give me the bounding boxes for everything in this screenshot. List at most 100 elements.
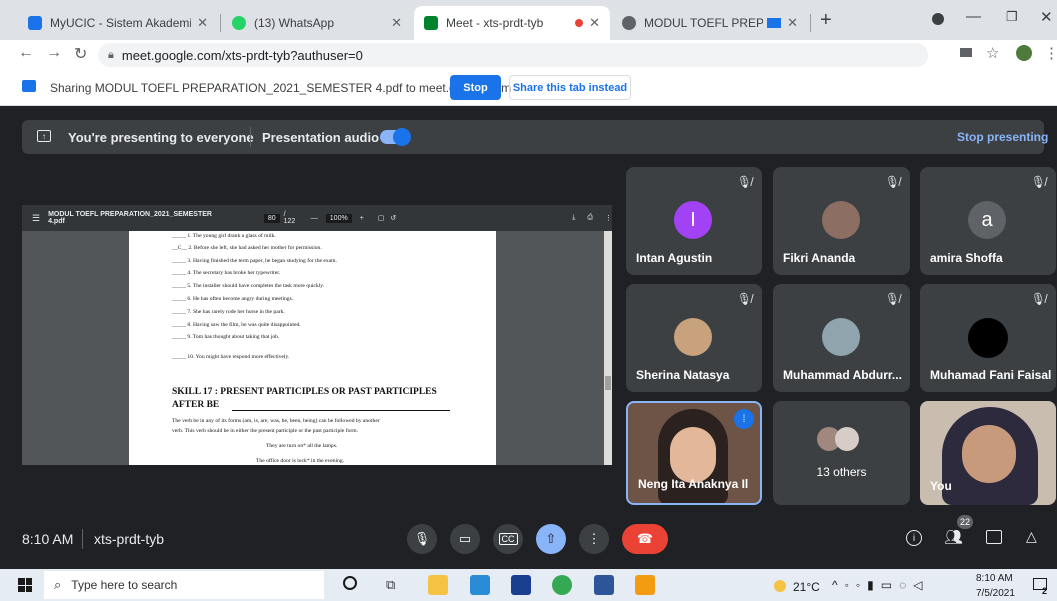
- mic-off-icon: 🎙︎̸: [736, 292, 752, 306]
- tab-modul-toefl[interactable]: MODUL TOEFL PREPARATIO ✕: [612, 6, 808, 40]
- captions-button[interactable]: CC: [493, 524, 523, 554]
- mic-off-icon: 🎙︎̸: [1030, 175, 1046, 189]
- speaking-indicator-icon: ⁞: [734, 409, 754, 429]
- new-tab-icon[interactable]: +: [820, 9, 832, 32]
- restore-icon[interactable]: ❐: [1006, 9, 1018, 25]
- screen-share-icon: [22, 80, 36, 92]
- participant-tile[interactable]: 🎙︎̸ Muhamad Fani Faisal: [920, 284, 1056, 392]
- avatar: [835, 427, 859, 451]
- self-view-tile[interactable]: You: [920, 401, 1056, 505]
- print-icon[interactable]: ⎙: [587, 214, 593, 222]
- taskbar-search-box[interactable]: ⌕ Type here to search: [44, 571, 324, 599]
- rotate-icon[interactable]: ↺: [390, 214, 396, 222]
- tab-divider: [220, 14, 221, 32]
- bookmark-star-icon[interactable]: ☆: [986, 44, 999, 62]
- profile-icon[interactable]: [932, 13, 944, 25]
- pdf-zoom-level[interactable]: 100%: [325, 213, 352, 223]
- mail-icon[interactable]: [470, 575, 490, 595]
- pdf-scrollbar[interactable]: [604, 231, 612, 465]
- mic-off-icon: 🎙︎̸: [736, 175, 752, 189]
- close-icon[interactable]: ✕: [391, 15, 402, 31]
- exercise-line: _____ 7. She has rarely rode her horse i…: [172, 309, 285, 315]
- app-icon[interactable]: [635, 575, 655, 595]
- video-face: [670, 427, 716, 483]
- pdf-toolbar: ☰ MODUL TOEFL PREPARATION_2021_SEMESTER …: [22, 205, 612, 231]
- stop-sharing-button[interactable]: Stop: [450, 75, 501, 100]
- menu-dots-icon[interactable]: ⋮: [1044, 44, 1057, 62]
- camera-icon[interactable]: [960, 48, 972, 57]
- chrome-icon[interactable]: [552, 575, 572, 595]
- paragraph: verb. This verb should be in either the …: [172, 428, 358, 434]
- system-tray-icons[interactable]: ^◦◦▮▭◌◁: [832, 578, 929, 592]
- cortana-icon[interactable]: [343, 576, 357, 590]
- tab-whatsapp[interactable]: (13) WhatsApp ✕: [222, 6, 412, 40]
- tab-meet[interactable]: Meet - xts-prdt-tyb ✕: [414, 6, 610, 40]
- hamburger-icon[interactable]: ☰: [32, 213, 40, 224]
- windows-start-icon[interactable]: [18, 578, 32, 592]
- pdf-page-input[interactable]: 80: [263, 213, 280, 223]
- exercise-line: _____ 5. The installer should have compl…: [172, 283, 325, 289]
- avatar: [968, 318, 1008, 358]
- people-icon[interactable]: 👥︎: [944, 528, 963, 546]
- address-bar[interactable]: 🔒︎ meet.google.com/xts-prdt-tyb?authuser…: [98, 43, 928, 67]
- window-close-icon[interactable]: ✕: [1040, 8, 1053, 26]
- download-icon[interactable]: ⤓: [572, 214, 575, 222]
- participant-tile-speaking[interactable]: ⁞ Neng Ita Anaknya Il: [626, 401, 762, 505]
- meeting-details-icon[interactable]: i: [906, 530, 922, 546]
- heading-underline: [232, 410, 450, 411]
- clock-date: 7/5/2021: [976, 588, 1015, 599]
- participant-name: Sherina Natasya: [636, 368, 730, 382]
- participant-name: Neng Ita Anaknya Il: [638, 477, 749, 491]
- participant-tile[interactable]: 🎙︎̸ Muhammad Abdurr...: [773, 284, 910, 392]
- zoom-out-icon[interactable]: —: [311, 215, 318, 222]
- mic-off-icon: 🎙︎̸: [884, 292, 900, 306]
- file-explorer-icon[interactable]: [428, 575, 448, 595]
- presentation-audio-toggle[interactable]: [380, 128, 411, 146]
- video-icon: ▭: [458, 531, 472, 546]
- app-icon[interactable]: [511, 575, 531, 595]
- weather-icon[interactable]: [774, 580, 786, 592]
- pdf-filename: MODUL TOEFL PREPARATION_2021_SEMESTER 4.…: [48, 211, 212, 225]
- participant-tile[interactable]: 🎙︎̸ Sherina Natasya: [626, 284, 762, 392]
- notification-count: 2: [1042, 586, 1048, 596]
- forward-icon[interactable]: →: [46, 44, 62, 62]
- participant-tile[interactable]: 🎙︎̸ I Intan Agustin: [626, 167, 762, 275]
- avatar: [674, 318, 712, 356]
- close-icon[interactable]: ✕: [589, 15, 600, 31]
- avatar: I: [674, 201, 712, 239]
- mic-button[interactable]: 🎙︎: [407, 524, 437, 554]
- weather-temp: 21°C: [793, 580, 820, 594]
- present-now-button[interactable]: ⇧: [536, 524, 566, 554]
- pdf-menu-icon[interactable]: ⋮: [605, 214, 612, 222]
- participant-tile[interactable]: 🎙︎̸ a amira Shoffa: [920, 167, 1056, 275]
- captions-icon: CC: [498, 533, 518, 545]
- back-icon[interactable]: ←: [18, 44, 34, 62]
- reload-icon[interactable]: ↻: [74, 44, 87, 64]
- myucic-favicon-icon: [28, 16, 42, 30]
- more-options-button[interactable]: ⋮: [579, 524, 609, 554]
- leave-call-button[interactable]: ☎︎: [622, 524, 668, 554]
- casting-icon: [767, 18, 782, 28]
- close-icon[interactable]: ✕: [197, 15, 208, 31]
- exercise-line: _____ 8. Having saw the film, he was qui…: [172, 322, 301, 328]
- camera-button[interactable]: ▭: [450, 524, 480, 554]
- chat-icon[interactable]: [986, 530, 1002, 544]
- exercise-line: _____ 4. The secretary has broke her typ…: [172, 270, 281, 276]
- pdf-page-total: / 122: [283, 211, 296, 225]
- close-icon[interactable]: ✕: [787, 15, 798, 31]
- participant-name: amira Shoffa: [930, 251, 1003, 265]
- activities-icon[interactable]: △: [1026, 528, 1037, 545]
- stop-presenting-button[interactable]: Stop presenting: [957, 130, 1048, 144]
- whatsapp-icon: [232, 16, 246, 30]
- avatar[interactable]: [1016, 45, 1032, 61]
- minimize-icon[interactable]: —: [966, 8, 981, 25]
- fit-page-icon[interactable]: ▢: [378, 214, 385, 222]
- zoom-in-icon[interactable]: +: [360, 215, 364, 222]
- participant-tile[interactable]: 🎙︎̸ Fikri Ananda: [773, 167, 910, 275]
- tab-myucic[interactable]: MyUCIC - Sistem Akademik Univ ✕: [18, 6, 218, 40]
- sharing-text: Sharing MODUL TOEFL PREPARATION_2021_SEM…: [50, 81, 512, 95]
- others-tile[interactable]: 13 others: [773, 401, 910, 505]
- word-icon[interactable]: [594, 575, 614, 595]
- task-view-icon[interactable]: ⧉: [386, 577, 395, 593]
- share-this-tab-button[interactable]: Share this tab instead: [509, 75, 631, 100]
